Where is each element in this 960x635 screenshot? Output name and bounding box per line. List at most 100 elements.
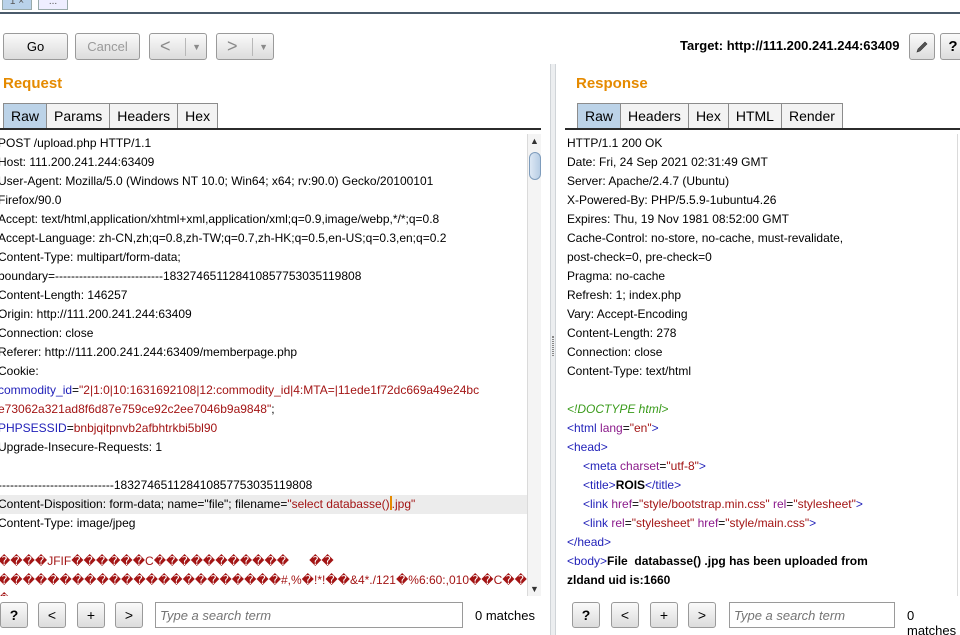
tag: <meta: [583, 459, 617, 473]
binary-line: �����������������������#,%�!*!��&4*./121…: [0, 573, 527, 587]
previous-match-button[interactable]: <: [38, 602, 66, 628]
tab-strip: 1 × ...: [0, 0, 960, 14]
request-line: Origin: http://111.200.241.244:63409: [0, 307, 192, 321]
tag: </title>: [645, 478, 682, 492]
tag: <link: [583, 497, 609, 511]
response-line: Pragma: no-cache: [567, 269, 666, 283]
tag: <link: [583, 516, 609, 530]
tab-underline: [565, 128, 960, 130]
go-button[interactable]: Go: [3, 33, 68, 60]
response-line: Server: Apache/2.4.7 (Ubuntu): [567, 174, 730, 188]
tab-raw[interactable]: Raw: [577, 103, 622, 129]
request-scrollbar[interactable]: ▲ ▼: [527, 134, 541, 596]
add-option-button[interactable]: +: [650, 602, 678, 628]
html-line: <html lang="en">: [567, 419, 960, 438]
cookie-line: PHPSESSID=bnbjqitpnvb2afbhtrkbi5bl90: [0, 419, 527, 438]
search-input[interactable]: [729, 602, 895, 628]
tab-params[interactable]: Params: [47, 103, 111, 129]
filename-ext: .jpg": [391, 497, 416, 511]
html-line: <meta charset="utf-8">: [567, 457, 960, 476]
scroll-thumb[interactable]: [529, 152, 541, 180]
tab-render[interactable]: Render: [781, 103, 843, 129]
forward-button[interactable]: > ▼: [216, 33, 274, 60]
request-line: Firefox/90.0: [0, 193, 62, 207]
binary-line: ����JFIF������C����������� ��: [0, 554, 334, 568]
request-line: Upgrade-Insecure-Requests: 1: [0, 440, 163, 454]
scroll-down-icon[interactable]: ▼: [530, 584, 539, 594]
tab-more[interactable]: ...: [38, 0, 68, 10]
help-button[interactable]: ?: [940, 33, 960, 60]
chevron-right-icon: >: [227, 36, 238, 56]
doctype-line: <!DOCTYPE html>: [567, 402, 669, 416]
request-line: Accept: text/html,application/xhtml+xml,…: [0, 212, 440, 226]
help-button[interactable]: ?: [572, 602, 600, 628]
cookie-line: commodity_id="2|1:0|10:1631692108|12:com…: [0, 381, 527, 400]
response-search-bar: ? < + > 0 matches: [566, 600, 960, 635]
response-line: Cache-Control: no-store, no-cache, must-…: [567, 231, 844, 245]
request-editor[interactable]: POST /upload.php HTTP/1.1 Host: 111.200.…: [0, 134, 527, 596]
tab-headers[interactable]: Headers: [110, 103, 179, 129]
response-line: Connection: close: [567, 345, 663, 359]
attr-value: "stylesheet": [793, 497, 856, 511]
attr-value: "stylesheet": [631, 516, 695, 530]
html-line: <link rel="stylesheet" href="style/main.…: [567, 514, 960, 533]
tag: <body>: [567, 554, 608, 568]
binary-line: �: [0, 590, 527, 596]
cookie-eq: =: [66, 421, 74, 435]
request-line: Accept-Language: zh-CN,zh;q=0.8,zh-TW;q=…: [0, 231, 447, 245]
cookie-line: e73062a321ad8f6d87e759ce92c2ee7046b9a984…: [0, 400, 527, 419]
cookie-value: e73062a321ad8f6d87e759ce92c2ee7046b9a984…: [0, 402, 272, 416]
request-line: -----------------------------18327465112…: [0, 478, 313, 492]
tab-html[interactable]: HTML: [728, 103, 782, 129]
search-input[interactable]: [155, 602, 463, 628]
chevron-left-icon: <: [160, 36, 171, 56]
add-option-button[interactable]: +: [77, 602, 105, 628]
request-line: POST /upload.php HTTP/1.1: [0, 136, 152, 150]
cookie-name: commodity_id: [0, 383, 73, 397]
html-line: </head>: [567, 535, 612, 549]
tab-headers[interactable]: Headers: [621, 103, 689, 129]
disposition-prefix: Content-Disposition: form-data; name="fi…: [0, 497, 288, 511]
toolbar: Go Cancel < ▼ > ▼ Target: http://111.200…: [0, 30, 960, 64]
content-disposition-line: Content-Disposition: form-data; name="fi…: [0, 495, 527, 514]
attr-name: href: [608, 497, 633, 511]
html-line: <title>ROIS</title>: [567, 476, 960, 495]
request-line: Host: 111.200.241.244:63409: [0, 155, 155, 169]
request-line: boundary=---------------------------1832…: [0, 269, 362, 283]
attr-name: rel: [769, 497, 787, 511]
request-line: Referer: http://111.200.241.244:63409/me…: [0, 345, 298, 359]
filename-value: "select databasse(): [287, 497, 390, 511]
tab-1[interactable]: 1 ×: [2, 0, 32, 10]
separator: [252, 38, 253, 56]
tab-hex[interactable]: Hex: [178, 103, 219, 129]
response-editor[interactable]: HTTP/1.1 200 OK Date: Fri, 24 Sep 2021 0…: [567, 134, 960, 596]
pane-splitter[interactable]: [550, 64, 556, 635]
request-tabs: Raw Params Headers Hex: [3, 103, 219, 129]
edit-target-button[interactable]: [909, 33, 935, 60]
next-match-button[interactable]: >: [688, 602, 716, 628]
tag-end: >: [855, 497, 863, 511]
cookie-value: "2|1:0|10:1631692108|12:commodity_id|4:M…: [79, 383, 480, 397]
next-match-button[interactable]: >: [115, 602, 143, 628]
request-line: [0, 533, 527, 552]
upload-message: zldand uid is:1660: [567, 573, 671, 587]
match-count: 0 matches: [907, 608, 957, 635]
tab-raw[interactable]: Raw: [3, 103, 48, 129]
tag: <title>: [583, 478, 616, 492]
response-line: HTTP/1.1 200 OK: [567, 136, 663, 150]
cancel-button[interactable]: Cancel: [75, 33, 140, 60]
cookie-sep: ;: [271, 402, 275, 416]
chevron-down-icon[interactable]: ▼: [192, 35, 201, 59]
tab-hex[interactable]: Hex: [688, 103, 729, 129]
back-button[interactable]: < ▼: [149, 33, 207, 60]
response-line: Content-Length: 278: [567, 326, 677, 340]
attr-value: "style/bootstrap.min.css": [639, 497, 770, 511]
help-button[interactable]: ?: [0, 602, 28, 628]
separator: [185, 38, 186, 56]
scroll-up-icon[interactable]: ▲: [530, 136, 539, 146]
chevron-down-icon[interactable]: ▼: [259, 35, 268, 59]
pencil-icon: [916, 41, 928, 53]
tag: <html: [567, 421, 597, 435]
previous-match-button[interactable]: <: [611, 602, 639, 628]
response-line: Content-Type: text/html: [567, 364, 692, 378]
